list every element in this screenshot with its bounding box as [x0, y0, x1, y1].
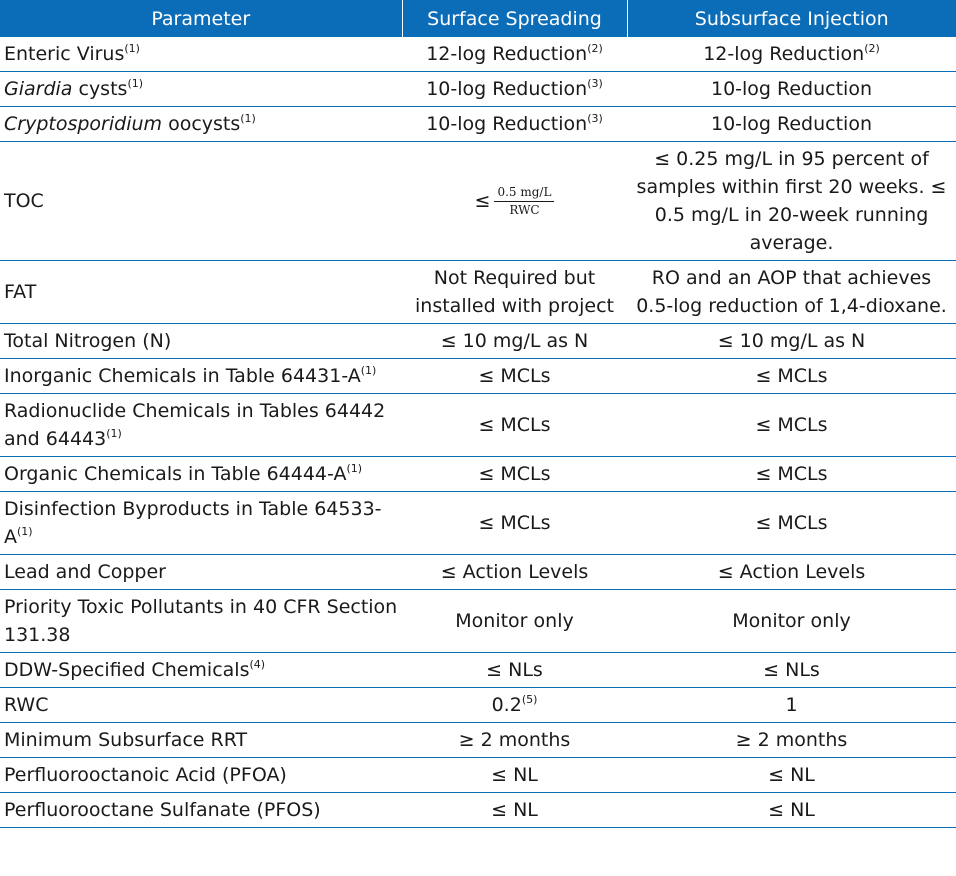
header-row: Parameter Surface Spreading Subsurface I…: [0, 0, 956, 37]
table-row: Perfluorooctane Sulfanate (PFOS) ≤ NL ≤ …: [0, 792, 956, 828]
parameter-cell: Disinfection Byproducts in Table 64533-A…: [0, 491, 402, 555]
parameter-cell: Radionuclide Chemicals in Tables 64442 a…: [0, 393, 402, 457]
surface-cell: 10-log Reduction(3): [402, 106, 627, 142]
surface-cell: ≤ NL: [402, 757, 627, 793]
surface-cell: ≥ 2 months: [402, 722, 627, 758]
table-row: Cryptosporidium oocysts(1) 10-log Reduct…: [0, 106, 956, 142]
surface-cell: Not Required but installed with project: [402, 260, 627, 324]
subsurface-cell: RO and an AOP that achieves 0.5-log redu…: [627, 260, 956, 324]
subsurface-cell: ≤ MCLs: [627, 393, 956, 457]
subsurface-cell: ≤ Action Levels: [627, 554, 956, 590]
table-row: Enteric Virus(1) 12-log Reduction(2) 12-…: [0, 37, 956, 72]
subsurface-cell: 10-log Reduction: [627, 71, 956, 107]
parameter-cell: Total Nitrogen (N): [0, 323, 402, 359]
table-row: Perfluorooctanoic Acid (PFOA) ≤ NL ≤ NL: [0, 757, 956, 793]
subsurface-cell: ≤ MCLs: [627, 491, 956, 555]
subsurface-cell: ≤ NL: [627, 792, 956, 828]
surface-cell: ≤ MCLs: [402, 393, 627, 457]
surface-cell: ≤ 10 mg/L as N: [402, 323, 627, 359]
table-row: Giardia cysts(1) 10-log Reduction(3) 10-…: [0, 71, 956, 107]
parameter-cell: TOC: [0, 141, 402, 261]
table-row: Minimum Subsurface RRT ≥ 2 months ≥ 2 mo…: [0, 722, 956, 758]
subsurface-cell: 1: [627, 687, 956, 723]
parameter-cell: Giardia cysts(1): [0, 71, 402, 107]
surface-cell: 0.2(5): [402, 687, 627, 723]
table-row: Priority Toxic Pollutants in 40 CFR Sect…: [0, 589, 956, 653]
surface-cell: 10-log Reduction(3): [402, 71, 627, 107]
parameter-cell: Cryptosporidium oocysts(1): [0, 106, 402, 142]
surface-cell: ≤ MCLs: [402, 456, 627, 492]
parameter-cell: Priority Toxic Pollutants in 40 CFR Sect…: [0, 589, 402, 653]
table-row: Lead and Copper ≤ Action Levels ≤ Action…: [0, 554, 956, 590]
requirements-table: Parameter Surface Spreading Subsurface I…: [0, 0, 956, 828]
table-row: Inorganic Chemicals in Table 64431-A(1) …: [0, 358, 956, 394]
subsurface-cell: ≥ 2 months: [627, 722, 956, 758]
toc-fraction: 0.5 mg/L RWC: [494, 185, 555, 218]
table-row: Disinfection Byproducts in Table 64533-A…: [0, 491, 956, 555]
table-row: Organic Chemicals in Table 64444-A(1) ≤ …: [0, 456, 956, 492]
parameter-cell: Enteric Virus(1): [0, 37, 402, 72]
table-row: TOC ≤0.5 mg/L RWC ≤ 0.25 mg/L in 95 perce…: [0, 141, 956, 261]
surface-cell: ≤ Action Levels: [402, 554, 627, 590]
header-parameter: Parameter: [0, 0, 403, 37]
parameter-cell: Inorganic Chemicals in Table 64431-A(1): [0, 358, 402, 394]
parameter-cell: FAT: [0, 260, 402, 324]
parameter-cell: Perfluorooctane Sulfanate (PFOS): [0, 792, 402, 828]
parameter-cell: Minimum Subsurface RRT: [0, 722, 402, 758]
surface-cell: ≤ MCLs: [402, 358, 627, 394]
parameter-cell: Organic Chemicals in Table 64444-A(1): [0, 456, 402, 492]
surface-cell: 12-log Reduction(2): [402, 37, 627, 72]
header-surface-spreading: Surface Spreading: [402, 0, 628, 37]
surface-cell: ≤0.5 mg/L RWC: [402, 141, 627, 261]
surface-cell: Monitor only: [402, 589, 627, 653]
parameter-cell: RWC: [0, 687, 402, 723]
surface-cell: ≤ MCLs: [402, 491, 627, 555]
subsurface-cell: 10-log Reduction: [627, 106, 956, 142]
subsurface-cell: ≤ 10 mg/L as N: [627, 323, 956, 359]
surface-cell: ≤ NL: [402, 792, 627, 828]
subsurface-cell: ≤ NL: [627, 757, 956, 793]
table-row: RWC 0.2(5) 1: [0, 687, 956, 723]
subsurface-cell: Monitor only: [627, 589, 956, 653]
header-subsurface-injection: Subsurface Injection: [627, 0, 956, 37]
subsurface-cell: 12-log Reduction(2): [627, 37, 956, 72]
table-row: DDW-Specified Chemicals(4) ≤ NLs ≤ NLs: [0, 652, 956, 688]
table-row: Total Nitrogen (N) ≤ 10 mg/L as N ≤ 10 m…: [0, 323, 956, 359]
subsurface-cell: ≤ 0.25 mg/L in 95 percent of samples wit…: [627, 141, 956, 261]
subsurface-cell: ≤ NLs: [627, 652, 956, 688]
parameter-cell: Lead and Copper: [0, 554, 402, 590]
table-row: Radionuclide Chemicals in Tables 64442 a…: [0, 393, 956, 457]
parameter-cell: DDW-Specified Chemicals(4): [0, 652, 402, 688]
subsurface-cell: ≤ MCLs: [627, 358, 956, 394]
table-row: FAT Not Required but installed with proj…: [0, 260, 956, 324]
subsurface-cell: ≤ MCLs: [627, 456, 956, 492]
surface-cell: ≤ NLs: [402, 652, 627, 688]
parameter-cell: Perfluorooctanoic Acid (PFOA): [0, 757, 402, 793]
